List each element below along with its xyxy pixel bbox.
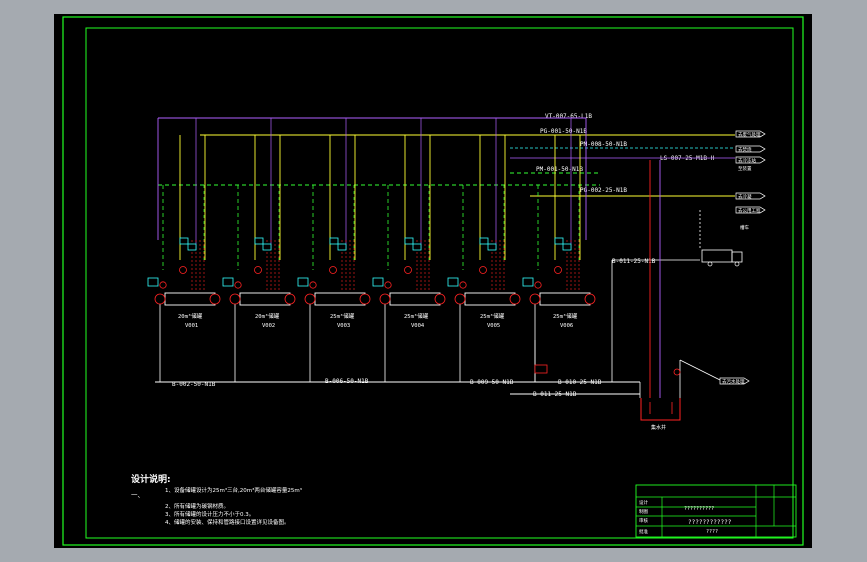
label-b-low-2: B-011-25-N1B — [533, 391, 577, 398]
tank-end-cap — [359, 293, 371, 305]
tank-tag-3: V003 — [337, 323, 350, 329]
control-valve — [234, 281, 242, 289]
pit-valve — [673, 368, 681, 376]
tank-body — [389, 292, 441, 306]
tb-row-3: 审核 — [639, 517, 648, 524]
instrument-box — [372, 277, 384, 287]
outlet-label-1: 去废气处理 — [738, 131, 761, 138]
tb-row-4: 批准 — [639, 528, 648, 535]
tb-drawing-no: ?????????? — [684, 506, 714, 512]
tb-scale: ???? — [706, 529, 718, 535]
label-pg: PG-001-50-N1B — [540, 128, 587, 135]
tank-end-cap — [584, 293, 596, 305]
tank-end-cap — [379, 293, 391, 305]
truck-label: 槽车 — [740, 224, 749, 231]
tb-drawing-name: ???????????? — [688, 519, 732, 526]
tank-tag-1: V001 — [185, 323, 198, 329]
notes-item-3: 3、所有储罐的设计压力不小于0.3。 — [165, 510, 254, 518]
instrument-box — [447, 277, 459, 287]
control-valve — [254, 266, 262, 274]
tank-label-4: 25m³储罐 — [404, 312, 429, 320]
label-b-main-2: B-006-50-N1B — [325, 378, 369, 385]
label-pm-feed: PM-001-50-N1B — [536, 166, 583, 173]
label-ls: LS-007-25-M1B-H — [660, 155, 715, 162]
outlet-label-4: 去冷凝 — [738, 193, 752, 200]
tank-tag-5: V005 — [487, 323, 500, 329]
instrument-box — [329, 237, 339, 245]
instrument-box — [554, 237, 564, 245]
control-valve — [404, 266, 412, 274]
tank-label-3: 25m³储罐 — [330, 312, 355, 320]
label-b-main-3: B-009-50-N1B — [470, 379, 514, 386]
tank-end-cap — [434, 293, 446, 305]
control-valve — [309, 281, 317, 289]
instrument-box — [147, 277, 159, 287]
tank-tag-4: V004 — [411, 323, 425, 329]
tank-body — [464, 292, 516, 306]
tank-end-cap — [284, 293, 296, 305]
tank-tag-2: V002 — [262, 323, 275, 329]
tank-body — [164, 292, 216, 306]
tank-end-cap — [529, 293, 541, 305]
label-top-vent: VT-007-65-L1B — [545, 113, 592, 120]
instrument-box — [562, 243, 572, 251]
tank-end-cap — [229, 293, 241, 305]
label-pg-return: PG-002-25-N1B — [580, 187, 627, 194]
outlet-label-5: 去公用工程 — [738, 207, 761, 214]
control-valve — [179, 266, 187, 274]
instrument-box — [487, 243, 497, 251]
drawing-sheet — [54, 14, 812, 548]
instrument-box — [337, 243, 347, 251]
tank-end-cap — [304, 293, 316, 305]
tank-label-2: 20m³储罐 — [255, 312, 280, 320]
instrument-box — [179, 237, 189, 245]
control-valve — [329, 266, 337, 274]
notes-section: 一、 — [131, 491, 144, 499]
pit-label: 集水井 — [651, 424, 666, 431]
tank-end-cap — [154, 293, 166, 305]
pid-drawing: VT-007-65-L1B PG-001-50-N1B PM-008-50-N1… — [54, 14, 812, 548]
instrument-box — [254, 237, 264, 245]
tank-label-6: 25m³储罐 — [553, 312, 578, 320]
instrument-box — [262, 243, 272, 251]
instrument-box — [187, 243, 197, 251]
control-valve — [384, 281, 392, 289]
notes-item-2: 2、所有储罐为碳钢材质。 — [165, 502, 229, 510]
outlet-label-6: 至装置 — [738, 165, 752, 172]
tank-body — [314, 292, 366, 306]
tank-body — [239, 292, 291, 306]
outlet-label-2: 去焚烧 — [738, 146, 752, 153]
notes-title: 设计说明: — [131, 473, 171, 485]
tank-label-1: 20m³储罐 — [178, 312, 203, 320]
right-outlet-label: 去污水处理 — [722, 378, 745, 385]
tb-row-1: 设计 — [639, 499, 648, 506]
notes-item-4: 4、储罐的安装、保持和管路接口设置详见设备图。 — [165, 518, 290, 526]
label-pm-vent: PM-008-50-N1B — [580, 141, 627, 148]
tank-label-5: 25m³储罐 — [480, 312, 505, 320]
notes-item-1: 1、设备储罐设计为25m³三台,20m³两台储罐容量25m³ — [165, 486, 302, 494]
control-valve — [479, 266, 487, 274]
control-valve — [534, 281, 542, 289]
label-b-right: B-011-25-N1B — [612, 258, 656, 265]
tank-end-cap — [509, 293, 521, 305]
instrument-box — [404, 237, 414, 245]
pump-symbol — [534, 364, 548, 374]
control-valve — [554, 266, 562, 274]
tank-tag-6: V006 — [560, 323, 573, 329]
control-valve — [159, 281, 167, 289]
instrument-box — [222, 277, 234, 287]
instrument-box — [479, 237, 489, 245]
label-b-low-1: B-010-25-N1B — [558, 379, 602, 386]
tb-row-2: 制图 — [639, 508, 648, 515]
instrument-box — [297, 277, 309, 287]
tank-body — [539, 292, 591, 306]
tank-end-cap — [454, 293, 466, 305]
outlet-label-3: 去冷冻站 — [738, 157, 756, 164]
instrument-box — [522, 277, 534, 287]
control-valve — [459, 281, 467, 289]
instrument-box — [412, 243, 422, 251]
tank-end-cap — [209, 293, 221, 305]
